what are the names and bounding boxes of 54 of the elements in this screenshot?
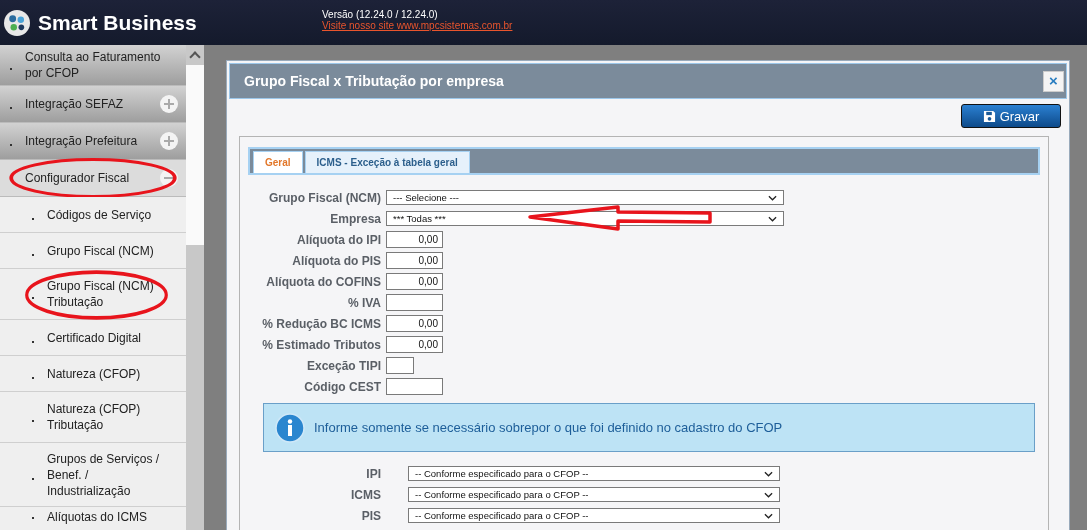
minus-icon[interactable] (160, 169, 178, 187)
close-button[interactable]: × (1043, 70, 1064, 92)
number-field[interactable] (386, 378, 443, 395)
app-name: Smart Business (38, 10, 198, 35)
menu-item[interactable]: Grupos de Serviços / Benef. / Industrialização (0, 443, 186, 507)
menu-item[interactable]: Grupo Fiscal (NCM) Tributação (0, 269, 186, 320)
chevron-icon (764, 512, 773, 519)
field-label: Alíquota do IPI (296, 232, 381, 247)
number-field[interactable]: 0,00 (386, 315, 443, 332)
menu-item[interactable]: Integração SEFAZ (0, 86, 186, 123)
logo-icon (4, 9, 30, 36)
field-label: IPI (365, 466, 381, 481)
chevron-icon (768, 215, 777, 222)
site-link[interactable]: Visite nosso site www.mpcsistemas.com.br (322, 19, 513, 31)
field-label: Alíquota do PIS (291, 253, 381, 268)
menu-item[interactable]: Natureza (CFOP) Tributação (0, 392, 186, 443)
chevron-icon (764, 470, 773, 477)
menu-item[interactable]: Certificado Digital (0, 320, 186, 356)
chevron-icon (764, 491, 773, 498)
field-label: Exceção TIPI (305, 358, 381, 373)
version-text: Versão (12.24.0 / 12.24.0) (322, 8, 439, 20)
select-field[interactable]: -- Conforme especificado para o CFOP -- (408, 466, 780, 481)
menu-item[interactable]: Consulta ao Faturamento por CFOP (0, 45, 186, 86)
number-field[interactable]: 0,00 (386, 231, 443, 248)
menu-item[interactable]: Grupo Fiscal (NCM) (0, 233, 186, 269)
select-field[interactable]: -- Conforme especificado para o CFOP -- (408, 487, 780, 502)
select-field[interactable]: --- Selecione --- (386, 190, 784, 205)
info-text: Informe somente se necessário sobrepor o que foi definido no cadastro do CFOP (314, 420, 783, 435)
select-field[interactable]: -- Conforme especificado para o CFOP -- (408, 508, 780, 523)
scrollbar[interactable] (186, 45, 204, 530)
number-field[interactable]: 0,00 (386, 336, 443, 353)
chevron-icon (768, 194, 777, 201)
field-label: % Estimado Tributos (261, 337, 381, 352)
number-field[interactable]: 0,00 (386, 273, 443, 290)
field-label: % Redução BC ICMS (261, 316, 381, 331)
save-button[interactable]: Gravar (961, 104, 1061, 128)
menu-item[interactable]: Alíquotas do ICMS (0, 507, 186, 530)
menu-item[interactable]: Configurador Fiscal (0, 160, 186, 197)
menu-item[interactable]: Códigos de Serviço (0, 197, 186, 233)
field-label: ICMS (350, 487, 381, 502)
field-label: Grupo Fiscal (NCM) (268, 190, 381, 205)
field-label: Empresa (329, 211, 381, 226)
info-icon (275, 412, 305, 443)
dialog-title: Grupo Fiscal x Tributação por empresa (244, 73, 504, 89)
field-label: Alíquota do COFINS (265, 274, 381, 289)
tab[interactable]: ICMS - Exceção à tabela geral (304, 151, 470, 173)
menu-item[interactable]: Natureza (CFOP) (0, 356, 186, 392)
menu-item[interactable]: Integração Prefeitura (0, 123, 186, 160)
number-field[interactable]: 0,00 (386, 252, 443, 269)
input-field[interactable] (386, 357, 414, 374)
number-field[interactable] (386, 294, 443, 311)
field-label: % IVA (346, 295, 381, 310)
field-label: PIS (360, 508, 381, 523)
field-label: Código CEST (303, 379, 381, 394)
